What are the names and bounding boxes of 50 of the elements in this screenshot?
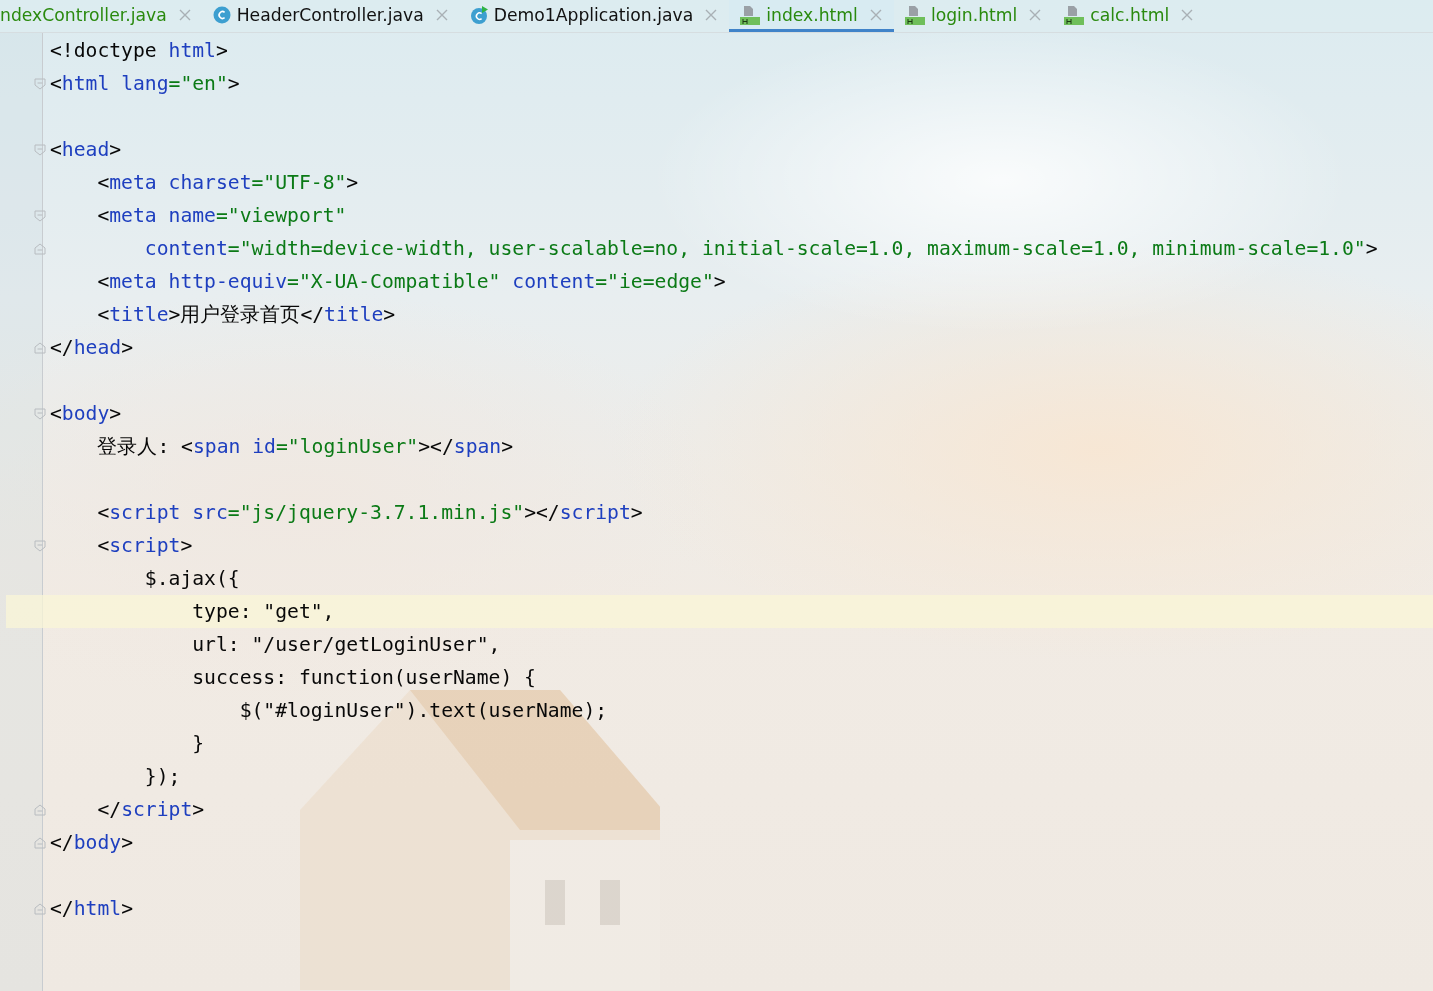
close-icon[interactable] [869,8,882,21]
class-run-icon [469,5,488,24]
code-line: content="width=device-width, user-scalable=no, initial-scale=1.0, maximum-scale=1.0, minimum-scale=1.0"> [143,237,1378,260]
html-file-icon [1063,4,1085,25]
code-line: } [191,732,205,755]
close-icon[interactable] [435,8,448,21]
editor-tab[interactable]: calc.html [1053,0,1206,32]
html-file-icon [739,4,761,25]
code-line: $("#loginUser").text(userName); [238,699,608,722]
fold-start-icon[interactable] [34,209,46,222]
code-line: <script> [96,534,193,557]
code-line: }); [143,765,181,788]
code-line: </html> [50,897,133,920]
code-line: <!doctype html> [50,39,228,62]
fold-end-icon[interactable] [34,836,46,849]
fold-start-icon[interactable] [34,407,46,420]
close-icon[interactable] [705,8,718,21]
code-line: success: function(userName) { [191,666,536,689]
close-icon[interactable] [1181,8,1194,21]
fold-start-icon[interactable] [34,539,46,552]
code-line: <meta charset="UTF-8"> [96,171,359,194]
fold-end-icon[interactable] [34,803,46,816]
fold-end-icon[interactable] [34,902,46,915]
fold-end-icon[interactable] [34,242,46,255]
html-file-icon [903,4,925,25]
code-line: <head> [50,138,122,161]
close-icon[interactable] [178,8,191,21]
code-line: url: "/user/getLoginUser", [191,633,501,656]
class-icon [212,5,231,24]
code-line: </script> [96,798,205,821]
fold-start-icon[interactable] [34,77,46,90]
fold-end-icon[interactable] [34,341,46,354]
code-line: $.ajax({ [143,567,240,590]
code-line: </head> [50,336,133,359]
close-icon[interactable] [1029,8,1042,21]
code-line: type: "get", [191,600,335,623]
code-line: <body> [50,402,122,425]
fold-start-icon[interactable] [34,143,46,156]
code-line: <meta name="viewport" [96,204,347,227]
editor-tab[interactable]: index.html [729,0,894,32]
editor-tab[interactable]: Demo1Application.java [459,0,730,32]
code-line: </body> [50,831,133,854]
code-line: 登录人: <span id="loginUser"></span> [96,434,514,460]
editor-tab[interactable]: ndexController.java [0,0,203,32]
code-line: <meta http-equiv="X-UA-Compatible" content="ie=edge"> [96,270,726,293]
editor-tab[interactable]: login.html [893,0,1054,32]
code-line: <html lang="en"> [50,72,240,95]
code-line: <script src="js/jquery-3.7.1.min.js"></script> [96,501,643,524]
code-line: <title>用户登录首页</title> [96,302,396,328]
editor-tab[interactable]: HeaderController.java [202,0,460,32]
